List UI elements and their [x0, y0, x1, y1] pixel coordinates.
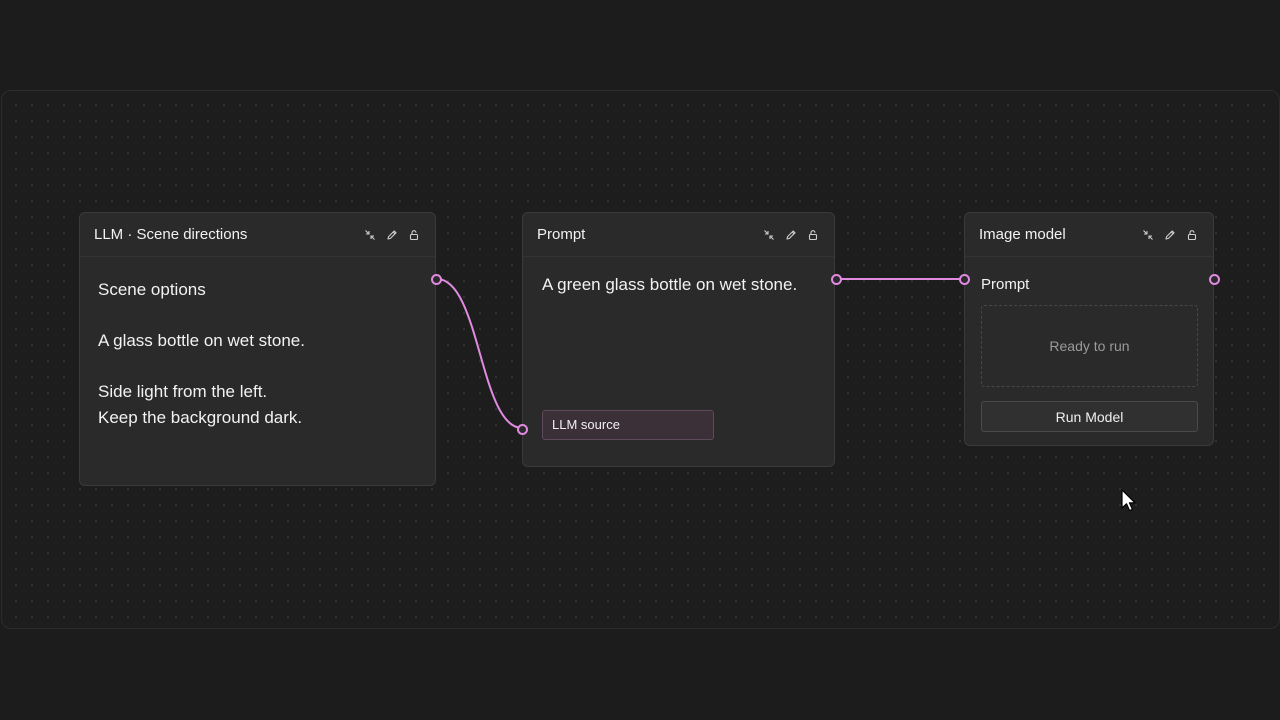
collapse-icon[interactable] [363, 228, 377, 242]
image-model-prompt-input-port[interactable] [959, 274, 970, 285]
image-model-output-port[interactable] [1209, 274, 1220, 285]
output-preview: Ready to run [981, 305, 1198, 387]
image-model-node[interactable]: Image model Prompt Ready to run Run Mode… [964, 212, 1214, 446]
image-model-node-title: Image model [979, 226, 1066, 243]
unlock-icon[interactable] [806, 228, 820, 242]
prompt-input-label: Prompt [981, 276, 1030, 293]
llm-line: A glass bottle on wet stone. [98, 331, 305, 351]
run-model-button[interactable]: Run Model [981, 401, 1198, 432]
prompt-llm-source-input-port[interactable] [517, 424, 528, 435]
mouse-cursor-icon [1121, 489, 1137, 518]
prompt-output-port[interactable] [831, 274, 842, 285]
prompt-node-title: Prompt [537, 226, 586, 243]
llm-line: Keep the background dark. [98, 407, 303, 427]
prompt-text[interactable]: A green glass bottle on wet stone. [542, 275, 797, 295]
llm-output-text: Scene options A glass bottle on wet ston… [80, 257, 435, 451]
llm-node-header[interactable]: LLM · Scene directions [80, 213, 435, 257]
edit-icon[interactable] [1163, 228, 1177, 242]
collapse-icon[interactable] [1141, 228, 1155, 242]
llm-line: Scene options [98, 280, 206, 299]
llm-line: Side light from the left. [98, 382, 268, 402]
llm-node-title: LLM · Scene directions [94, 226, 248, 243]
llm-output-port[interactable] [431, 274, 442, 285]
llm-source-input[interactable]: LLM source [542, 410, 714, 440]
prompt-node[interactable]: Prompt A green glass bottle on wet stone… [522, 212, 835, 467]
status-text: Ready to run [1049, 338, 1130, 354]
edit-icon[interactable] [784, 228, 798, 242]
prompt-node-header[interactable]: Prompt [523, 213, 834, 257]
edit-icon[interactable] [385, 228, 399, 242]
llm-line [98, 354, 417, 380]
unlock-icon[interactable] [407, 228, 421, 242]
collapse-icon[interactable] [762, 228, 776, 242]
unlock-icon[interactable] [1185, 228, 1199, 242]
llm-node[interactable]: LLM · Scene directions Scene options A g… [79, 212, 436, 486]
image-model-node-header[interactable]: Image model [965, 213, 1213, 257]
llm-line [98, 303, 417, 329]
